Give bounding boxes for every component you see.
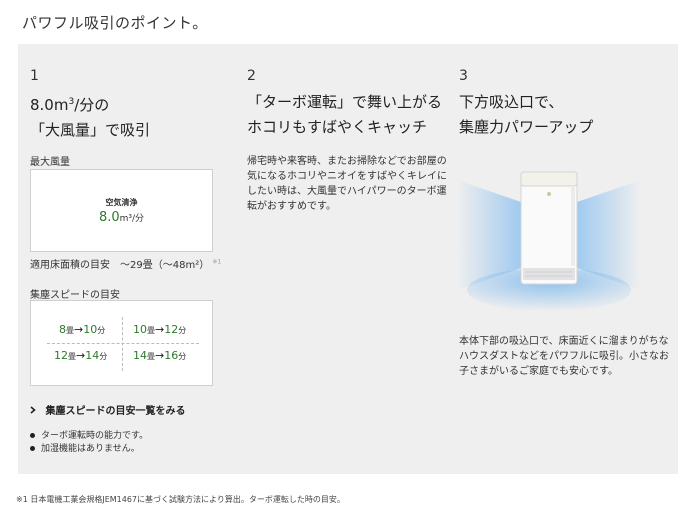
max-airflow-label: 最大風量 (30, 157, 70, 168)
speed-item: 14畳→16分 (133, 349, 187, 362)
heading-line2: ホコリもすばやくキャッチ (247, 118, 428, 136)
airflow-unit: m³/分 (119, 214, 145, 224)
speed-divider-vertical (122, 317, 123, 371)
note-item: ターボ運転時の能力です。 (30, 430, 148, 443)
heading-line1: 「ターボ運転」で舞い上がる (247, 93, 443, 111)
speed-item: 12畳→14分 (54, 349, 108, 362)
airflow-value: 8.0m³/分 (31, 210, 212, 225)
speed-box: 8畳→10分 10畳→12分 12畳→14分 14畳→16分 (30, 300, 213, 386)
chevron-right-icon (30, 406, 39, 417)
point-description: 本体下部の吸込口で、床面近くに溜まりがちなハウスダストなどをパワフルに吸引。小さ… (459, 336, 669, 377)
point-2: 2 「ターボ運転」で舞い上がる ホコリもすばやくキャッチ 帰宅時や来客時、またお… (247, 68, 447, 212)
speed-list-link-label: 集塵スピードの目安一覧をみる (45, 406, 186, 417)
speed-item: 10畳→12分 (133, 323, 187, 336)
speed-item: 8畳→10分 (59, 323, 106, 336)
speed-divider-horizontal (47, 343, 199, 344)
bullet-icon (30, 433, 35, 438)
point-heading: 8.0m3/分の 「大風量」で吸引 (30, 90, 213, 143)
heading-line1-prefix: 8.0m (30, 96, 69, 114)
notes-list: ターボ運転時の能力です。 加湿機能はありません。 (30, 430, 148, 456)
page-title: パワフル吸引のポイント。 (22, 14, 208, 32)
points-panel: 1 8.0m3/分の 「大風量」で吸引 最大風量 空気清浄 8.0m³/分 適用… (18, 44, 678, 474)
note-item: 加湿機能はありません。 (30, 443, 148, 456)
heading-line1: 下方吸込口で、 (459, 93, 564, 111)
point-heading: 「ターボ運転」で舞い上がる ホコリもすばやくキャッチ (247, 90, 447, 140)
heading-line2: 集塵力パワーアップ (459, 118, 594, 136)
floor-area-text: 適用床面積の目安 〜29畳（〜48m²） (30, 260, 210, 271)
footnote: ※1 日本電機工業会規格JEM1467に基づく試験方法により算出。ターボ運転した… (16, 495, 345, 504)
point-number: 1 (30, 68, 39, 84)
airflow-box: 空気清浄 8.0m³/分 (30, 169, 213, 252)
point-3: 3 下方吸込口で、 集塵力パワーアップ 本体下部の吸込口で、床面近くに溜まりがち… (457, 68, 669, 377)
speed-label: 集塵スピードの目安 (30, 290, 120, 301)
bullet-icon (30, 446, 35, 451)
air-purifier-illustration (457, 171, 641, 310)
point-description: 帰宅時や来客時、またお掃除などでお部屋の気になるホコリやニオイをすばやくキレイに… (247, 156, 447, 212)
airflow-caption: 空気清浄 (105, 198, 138, 207)
point-number: 2 (247, 68, 256, 84)
floor-area: 適用床面積の目安 〜29畳（〜48m²） ※1 (30, 256, 221, 271)
heading-line1-suffix: /分の (74, 96, 110, 114)
floor-area-note: ※1 (212, 258, 222, 266)
airflow-number: 8.0 (98, 210, 120, 225)
speed-list-link[interactable]: 集塵スピードの目安一覧をみる (30, 402, 185, 417)
point-number: 3 (459, 68, 468, 84)
heading-line2: 「大風量」で吸引 (30, 121, 151, 139)
point-1: 1 8.0m3/分の 「大風量」で吸引 最大風量 空気清浄 8.0m³/分 適用… (30, 68, 221, 454)
point-heading: 下方吸込口で、 集塵力パワーアップ (459, 90, 669, 140)
